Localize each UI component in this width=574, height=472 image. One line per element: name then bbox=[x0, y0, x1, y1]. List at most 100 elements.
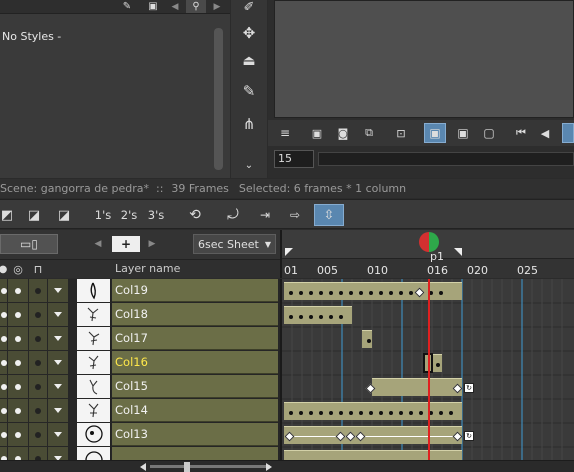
frame-input[interactable]: 15 bbox=[274, 150, 314, 168]
preview-toggle[interactable] bbox=[0, 399, 7, 422]
lock-toggle[interactable] bbox=[29, 423, 47, 446]
new-toonz-level-icon[interactable]: ◪ bbox=[24, 205, 44, 225]
preview-toggle[interactable] bbox=[0, 351, 7, 374]
layer-row[interactable]: Col13 bbox=[0, 423, 278, 447]
safe-area-icon[interactable]: ⊡ bbox=[392, 124, 410, 142]
layer-name[interactable]: Col14 bbox=[112, 399, 278, 422]
compare-icon[interactable]: ⧉ bbox=[360, 124, 378, 142]
layer-row[interactable]: Col18 bbox=[0, 303, 278, 327]
frame-zoom-slider[interactable] bbox=[150, 465, 270, 468]
layer-row[interactable]: Col14 bbox=[0, 399, 278, 423]
camstand-toggle[interactable] bbox=[8, 351, 28, 374]
first-frame-icon[interactable]: ⏮ bbox=[512, 124, 530, 142]
save-icon[interactable]: ▣ bbox=[308, 124, 326, 142]
lock-toggle[interactable] bbox=[29, 327, 47, 350]
layer-options-dropdown[interactable] bbox=[48, 279, 68, 302]
lock-toggle-header-icon[interactable]: ⊓ bbox=[31, 262, 45, 276]
viewer-canvas[interactable] bbox=[274, 0, 574, 118]
layer-name[interactable]: Col13 bbox=[112, 423, 278, 446]
range-end-marker-icon[interactable] bbox=[454, 248, 462, 256]
layer-name[interactable]: Col17 bbox=[112, 327, 278, 350]
add-frame-zoom-icon[interactable]: + bbox=[112, 236, 140, 252]
more-tools-icon[interactable]: ⌄ bbox=[237, 158, 261, 172]
remove-frame-icon[interactable]: ⇨ bbox=[284, 205, 306, 225]
checker-bg-icon[interactable]: ▢ bbox=[478, 123, 500, 143]
loop-icon[interactable]: ↻ bbox=[464, 383, 474, 393]
insert-frame-icon[interactable]: ⇥ bbox=[254, 205, 276, 225]
skeleton-tool-icon[interactable]: ⋔ bbox=[237, 112, 261, 136]
new-raster-level-icon[interactable]: ◪ bbox=[54, 205, 74, 225]
cutter-tool-icon[interactable]: ✎ bbox=[237, 80, 261, 102]
layer-footer-toggle-icon[interactable]: ▭▯ bbox=[0, 234, 58, 254]
frame-zoom-right-icon[interactable]: ▶ bbox=[146, 236, 158, 252]
range-start-marker-icon[interactable] bbox=[285, 248, 293, 256]
nav-right-icon[interactable]: ▶ bbox=[210, 0, 224, 13]
preview-toggle[interactable] bbox=[0, 375, 7, 398]
camstand-toggle[interactable] bbox=[8, 303, 28, 326]
prev-frame-icon[interactable]: ◀ bbox=[536, 124, 554, 142]
camstand-toggle[interactable] bbox=[8, 423, 28, 446]
preview-toggle[interactable] bbox=[0, 279, 7, 302]
lock-toggle[interactable] bbox=[29, 351, 47, 374]
preview-toggle-header-icon[interactable]: ● bbox=[0, 262, 7, 276]
pin-tool-icon[interactable]: ✥ bbox=[237, 22, 261, 44]
lock-toggle[interactable] bbox=[29, 279, 47, 302]
camstand-toggle[interactable] bbox=[8, 279, 28, 302]
preview-toggle[interactable] bbox=[0, 423, 7, 446]
frame-icon[interactable]: ▣ bbox=[424, 123, 446, 143]
cell-area[interactable]: ↻ ↻ bbox=[280, 279, 574, 460]
lock-toggle[interactable] bbox=[29, 399, 47, 422]
swing-icon[interactable]: ⤾ bbox=[222, 205, 244, 225]
camstand-toggle[interactable] bbox=[8, 327, 28, 350]
iron-tool-icon[interactable]: ⏏ bbox=[237, 50, 261, 72]
white-bg-icon[interactable]: ▣ bbox=[452, 123, 474, 143]
layer-options-dropdown[interactable] bbox=[48, 399, 68, 422]
style-picker-icon[interactable]: ⚲ bbox=[186, 0, 206, 13]
styles-scrollbar[interactable] bbox=[214, 28, 223, 170]
camera-icon[interactable]: ◙ bbox=[334, 124, 352, 142]
camstand-toggle[interactable] bbox=[8, 375, 28, 398]
layer-options-dropdown[interactable] bbox=[48, 351, 68, 374]
save-style-icon[interactable]: ▣ bbox=[144, 0, 162, 13]
layer-row[interactable]: Col19 bbox=[0, 279, 278, 303]
menu-icon[interactable]: ≡ bbox=[276, 124, 294, 142]
onion-skin-icon[interactable] bbox=[419, 232, 439, 252]
layer-name[interactable]: Col18 bbox=[112, 303, 278, 326]
reverse-icon[interactable]: ⟲ bbox=[184, 205, 206, 225]
layer-options-dropdown[interactable] bbox=[48, 327, 68, 350]
layer-options-dropdown[interactable] bbox=[48, 375, 68, 398]
frame-slider[interactable] bbox=[318, 152, 574, 166]
loop-icon[interactable]: ↻ bbox=[464, 431, 474, 441]
zoom-out-icon[interactable] bbox=[140, 463, 146, 471]
preview-toggle[interactable] bbox=[0, 303, 7, 326]
layer-row[interactable]: Col16 bbox=[0, 351, 278, 375]
edit-style-icon[interactable]: ✎ bbox=[118, 0, 136, 13]
step-2s-button[interactable]: 2's bbox=[118, 205, 140, 225]
layer-name[interactable]: Col15 bbox=[112, 375, 278, 398]
cell-block[interactable] bbox=[372, 378, 462, 396]
layer-row[interactable]: Col17 bbox=[0, 327, 278, 351]
layer-name[interactable]: Col16 bbox=[112, 351, 278, 374]
toggle-orientation-icon[interactable]: ⇳ bbox=[314, 204, 344, 226]
step-1s-button[interactable]: 1's bbox=[92, 205, 114, 225]
zoom-in-icon[interactable] bbox=[266, 463, 272, 471]
play-icon[interactable] bbox=[562, 123, 574, 143]
frame-zoom-handle[interactable] bbox=[184, 462, 190, 472]
layer-options-dropdown[interactable] bbox=[48, 303, 68, 326]
new-vector-level-icon[interactable]: ◩ bbox=[0, 205, 14, 225]
nav-left-icon[interactable]: ◀ bbox=[168, 0, 182, 13]
sheet-selector[interactable]: 6sec Sheet ▼ bbox=[193, 234, 276, 254]
frame-zoom-left-icon[interactable]: ◀ bbox=[92, 236, 104, 252]
cell-block[interactable] bbox=[284, 426, 462, 444]
layer-options-dropdown[interactable] bbox=[48, 423, 68, 446]
camstand-toggle-header-icon[interactable]: ◎ bbox=[11, 262, 25, 276]
preview-toggle[interactable] bbox=[0, 327, 7, 350]
layer-row[interactable]: Col15 bbox=[0, 375, 278, 399]
camstand-toggle[interactable] bbox=[8, 399, 28, 422]
lock-toggle[interactable] bbox=[29, 303, 47, 326]
brush-tool-icon[interactable]: ✐ bbox=[237, 0, 261, 15]
lock-toggle[interactable] bbox=[29, 375, 47, 398]
layer-name[interactable]: Col19 bbox=[112, 279, 278, 302]
cell-block[interactable] bbox=[284, 450, 462, 460]
step-3s-button[interactable]: 3's bbox=[145, 205, 167, 225]
